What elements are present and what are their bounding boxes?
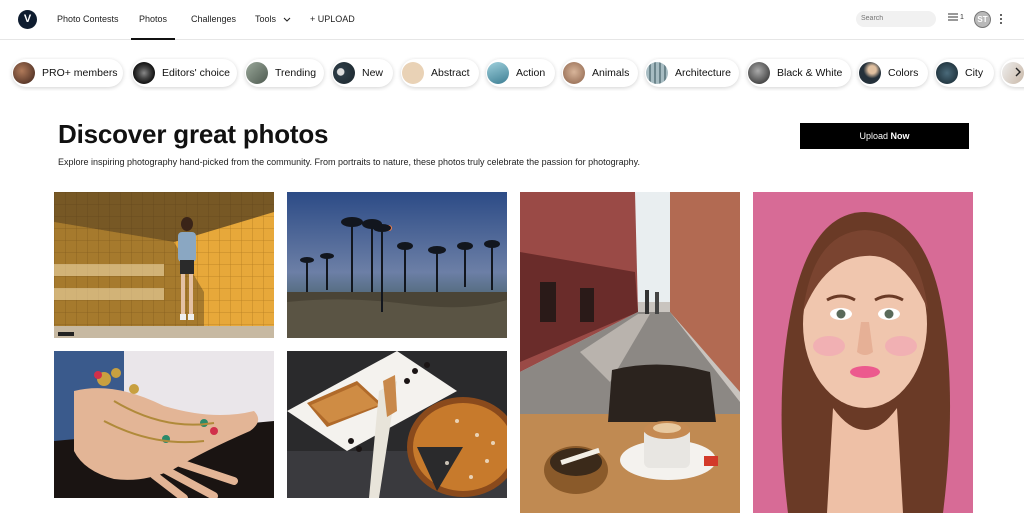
- upload-button-label: Upload: [859, 131, 888, 141]
- nav-challenges[interactable]: Challenges: [191, 0, 236, 40]
- photo-image: [520, 192, 740, 513]
- category-chip-label: Action: [516, 67, 546, 79]
- category-chip-city[interactable]: City: [935, 59, 994, 87]
- photo-card-hand-jewelry[interactable]: [54, 351, 274, 498]
- photo-image: [287, 192, 507, 338]
- category-chip-label: Abstract: [431, 67, 470, 79]
- photo-card-portrait-pink[interactable]: [753, 192, 973, 513]
- category-chip-pro-members[interactable]: PRO+ members: [12, 59, 123, 87]
- top-navigation: V Photo Contests Photos Challenges Tools…: [0, 0, 1024, 40]
- photo-card-street-cafe[interactable]: [520, 192, 740, 513]
- chevron-right-icon[interactable]: [1014, 67, 1022, 77]
- trending-thumb-icon: [246, 62, 268, 84]
- page-subtitle: Explore inspiring photography hand-picke…: [58, 157, 640, 167]
- city-thumb-icon: [936, 62, 958, 84]
- site-logo[interactable]: V: [18, 10, 37, 29]
- nav-tools[interactable]: Tools: [255, 0, 291, 40]
- photo-card-pie[interactable]: [287, 351, 507, 498]
- category-chip-trending[interactable]: Trending: [245, 59, 324, 87]
- list-icon: [948, 13, 958, 21]
- new-thumb-icon: [333, 62, 355, 84]
- category-chip-action[interactable]: Action: [486, 59, 555, 87]
- category-chip-label: New: [362, 67, 384, 79]
- category-chip-label: Architecture: [675, 67, 732, 79]
- photo-image: [753, 192, 973, 513]
- category-chip-black-white[interactable]: Black & White: [747, 59, 851, 87]
- menu-count: 1: [959, 13, 964, 21]
- nav-upload[interactable]: + UPLOAD: [310, 0, 355, 40]
- photo-image: [287, 351, 507, 498]
- photo-card-woman-tile-wall[interactable]: [54, 192, 274, 338]
- search-input[interactable]: [856, 11, 936, 27]
- upload-button-label-bold: Now: [890, 131, 910, 141]
- category-chip-label: Animals: [592, 67, 630, 79]
- category-chip-label: City: [965, 67, 984, 79]
- category-chip-label: PRO+ members: [42, 67, 118, 79]
- architecture-thumb-icon: [646, 62, 668, 84]
- activity-menu-button[interactable]: 1: [948, 13, 964, 21]
- nav-photos[interactable]: Photos: [131, 0, 175, 40]
- black-white-thumb-icon: [748, 62, 770, 84]
- upload-now-button[interactable]: Upload Now: [800, 123, 969, 149]
- category-chip-label: Trending: [275, 67, 317, 79]
- abstract-thumb-icon: [402, 62, 424, 84]
- category-chip-label: Editors' choice: [162, 67, 230, 79]
- category-chip-editors-choice[interactable]: Editors' choice: [132, 59, 237, 87]
- user-avatar[interactable]: ST: [974, 11, 991, 28]
- pro-members-thumb-icon: [13, 62, 35, 84]
- animals-thumb-icon: [563, 62, 585, 84]
- nav-photo-contests[interactable]: Photo Contests: [57, 0, 119, 40]
- more-options-icon[interactable]: [999, 12, 1003, 26]
- photo-image: [54, 351, 274, 498]
- category-chips: PRO+ members Editors' choice Trending Ne…: [0, 57, 1024, 91]
- category-chip-abstract[interactable]: Abstract: [401, 59, 479, 87]
- photo-image: [54, 192, 274, 338]
- category-chip-label: Colors: [888, 67, 919, 79]
- nav-tools-label: Tools: [255, 14, 277, 24]
- editors-choice-thumb-icon: [133, 62, 155, 84]
- category-chip-new[interactable]: New: [332, 59, 393, 87]
- category-chip-animals[interactable]: Animals: [562, 59, 638, 87]
- category-chip-label: Black & White: [777, 67, 843, 79]
- chevron-down-icon: [283, 17, 290, 22]
- page-title: Discover great photos: [58, 119, 329, 149]
- category-chip-architecture[interactable]: Architecture: [645, 59, 739, 87]
- category-chip-colors[interactable]: Colors: [858, 59, 928, 87]
- photo-card-palm-trees-dusk[interactable]: [287, 192, 507, 338]
- action-thumb-icon: [487, 62, 509, 84]
- colors-thumb-icon: [859, 62, 881, 84]
